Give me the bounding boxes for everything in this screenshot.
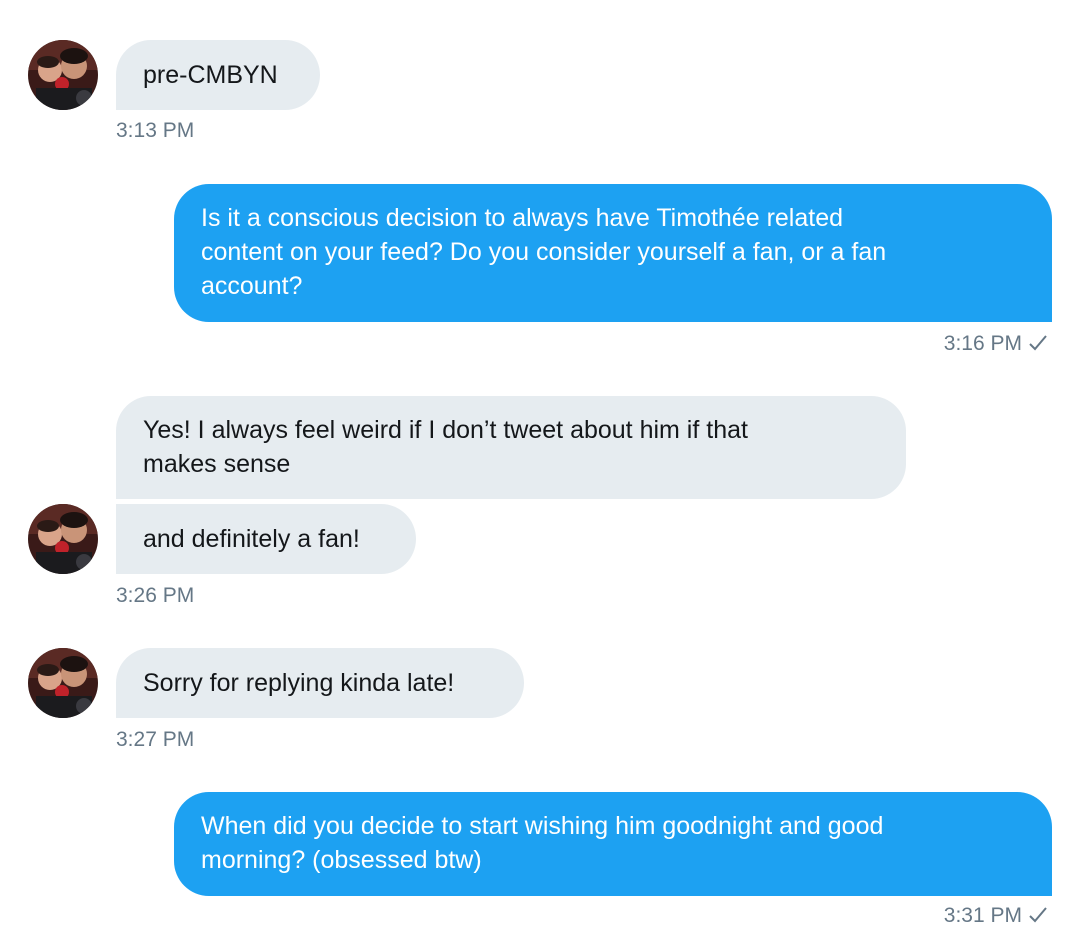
sender-avatar[interactable]: [28, 504, 98, 574]
message-text: and definitely a fan!: [143, 525, 360, 553]
message-timestamp: 3:13 PM: [116, 119, 195, 142]
message-text: Yes! I always feel weird if I don’t twee…: [143, 416, 748, 444]
message-text: content on your feed? Do you consider yo…: [201, 238, 887, 266]
message-bubble[interactable]: and definitely a fan!: [116, 504, 416, 574]
message-bubble[interactable]: Sorry for replying kinda late!: [116, 648, 524, 718]
message-bubble[interactable]: Yes! I always feel weird if I don’t twee…: [116, 396, 906, 499]
message-text: makes sense: [143, 450, 291, 478]
message-text: pre-CMBYN: [143, 61, 278, 89]
sender-avatar[interactable]: [28, 40, 98, 110]
checkmark-icon: [1028, 333, 1048, 359]
avatar-photo: [28, 648, 98, 718]
checkmark-icon: [1028, 905, 1048, 931]
avatar-photo: [28, 40, 98, 110]
message-text: account?: [201, 272, 303, 300]
message-text: Sorry for replying kinda late!: [143, 669, 455, 697]
message-timestamp: 3:31 PM: [943, 904, 1022, 927]
message-text: When did you decide to start wishing him…: [201, 812, 884, 840]
message-timestamp-row: 3:31 PM: [944, 903, 1048, 931]
message-timestamp: 3:16 PM: [943, 332, 1022, 355]
message-text: morning? (obsessed btw): [201, 846, 482, 874]
avatar-photo: [28, 504, 98, 574]
message-bubble[interactable]: pre-CMBYN: [116, 40, 320, 110]
message-text: Is it a conscious decision to always hav…: [201, 204, 844, 232]
message-bubble[interactable]: When did you decide to start wishing him…: [174, 792, 1052, 896]
sender-avatar[interactable]: [28, 648, 98, 718]
message-bubble[interactable]: Is it a conscious decision to always hav…: [174, 184, 1052, 322]
message-timestamp: 3:26 PM: [116, 584, 195, 607]
message-timestamp: 3:27 PM: [116, 728, 195, 751]
message-timestamp-row: 3:16 PM: [944, 331, 1048, 359]
